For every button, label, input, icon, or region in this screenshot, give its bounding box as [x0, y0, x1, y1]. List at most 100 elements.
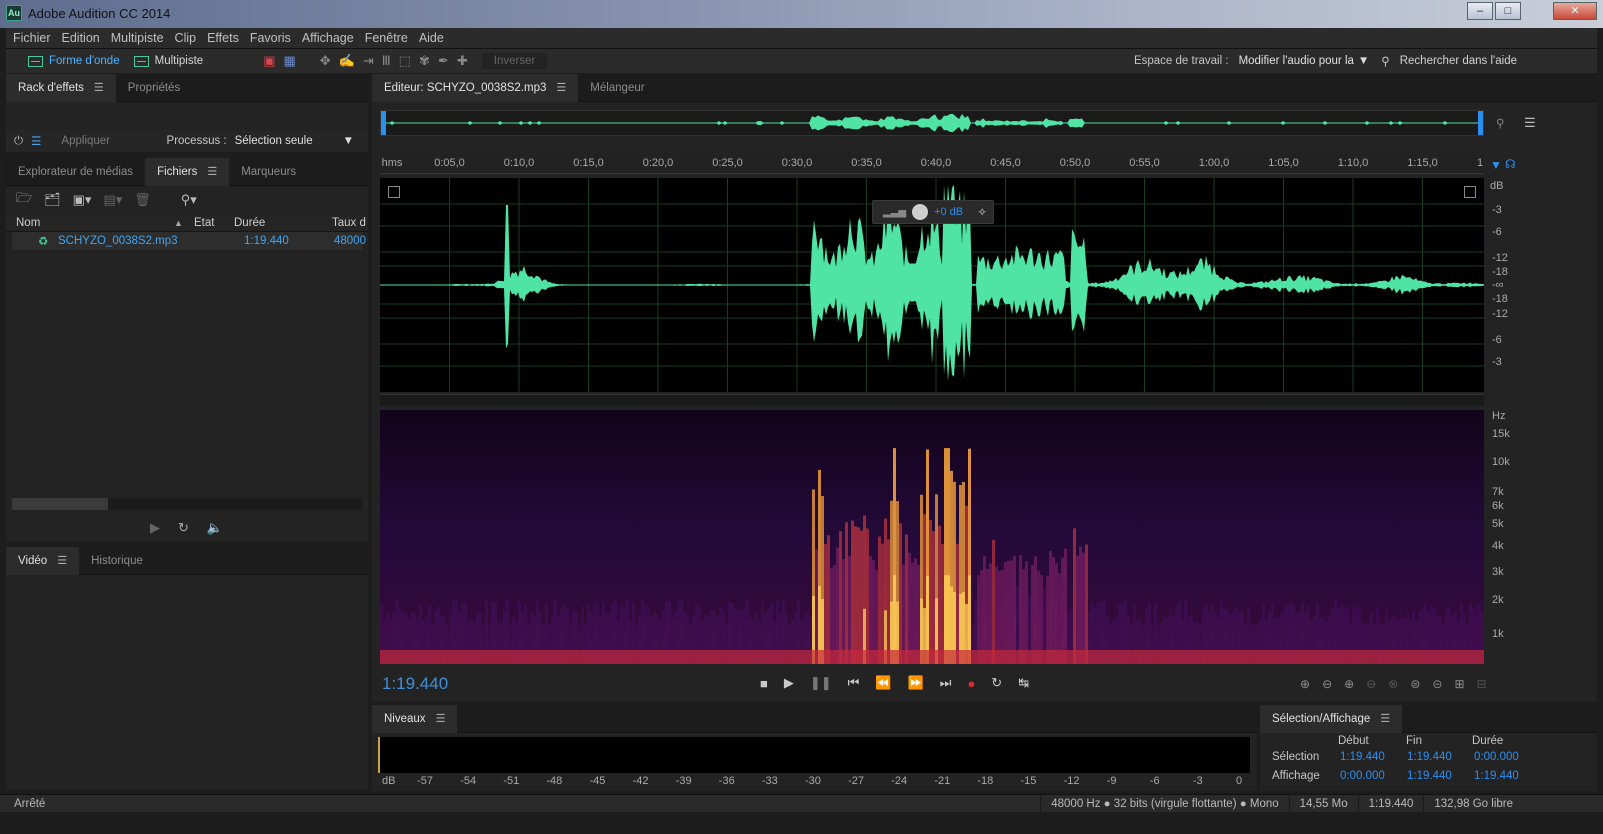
close-icon[interactable]: ✕	[1553, 2, 1597, 20]
gain-knob-icon[interactable]	[912, 204, 929, 220]
menu-fichier[interactable]: Fichier	[13, 31, 51, 45]
time-selection-icon[interactable]: Ⅲ	[382, 53, 391, 69]
fade-in-handle-icon[interactable]	[388, 186, 400, 198]
marquee-tool-icon[interactable]: ⬚	[399, 53, 411, 69]
menu-favoris[interactable]: Favoris	[250, 31, 291, 45]
workspace-select[interactable]: Modifier l'audio pour la	[1239, 55, 1354, 67]
fade-out-handle-icon[interactable]	[1464, 186, 1476, 198]
column-rate[interactable]: Taux d	[332, 217, 366, 229]
zoom-selection-icon[interactable]: ⊜	[1410, 677, 1420, 691]
panel-menu-icon[interactable]: ☰	[1524, 115, 1536, 131]
pause-icon[interactable]: ❚❚	[810, 675, 832, 691]
tab-selection-view[interactable]: Sélection/Affichage ☰	[1260, 704, 1403, 733]
hud-gain[interactable]: ▂▃▅ +0 dB ✧	[872, 200, 994, 224]
chevron-down-icon[interactable]: ▼	[1358, 55, 1369, 67]
panel-menu-icon[interactable]: ☰	[57, 554, 67, 567]
play-icon[interactable]: ▶	[150, 520, 160, 536]
menu-aide[interactable]: Aide	[419, 31, 444, 45]
slip-tool-icon[interactable]: ⇥	[363, 53, 374, 69]
spectral-view-icon[interactable]: ▣	[263, 53, 275, 69]
move-tool-icon[interactable]: ✥	[320, 53, 331, 69]
menu-affichage[interactable]: Affichage	[302, 31, 354, 45]
loop-icon[interactable]: ↻	[991, 675, 1002, 691]
delete-icon[interactable]: 🗑	[134, 192, 151, 208]
time-ruler[interactable]: hms 0:05,0 0:10,0 0:15,0 0:20,0 0:25,0 0…	[380, 154, 1484, 174]
tab-mixer[interactable]: Mélangeur	[578, 74, 656, 102]
zoom-in-icon[interactable]: ⚲	[1496, 116, 1504, 130]
tab-editor[interactable]: Editeur: SCHYZO_0038S2.mp3 ☰	[372, 73, 579, 102]
tab-media-browser[interactable]: Explorateur de médias	[6, 158, 145, 186]
stop-icon[interactable]: ■	[760, 676, 768, 691]
tab-effects-rack[interactable]: Rack d'effets ☰	[6, 73, 116, 102]
help-search-input[interactable]: Rechercher dans l'aide	[1400, 55, 1517, 67]
razor-tool-icon[interactable]: ✍	[339, 53, 355, 69]
chevron-down-icon[interactable]: ▼	[343, 135, 354, 147]
zoom-out-time-icon[interactable]: ⊖	[1366, 677, 1376, 691]
invert-button[interactable]: Inverser	[481, 53, 548, 69]
open-file-icon[interactable]: 🗁	[16, 189, 32, 211]
menu-fenetre[interactable]: Fenêtre	[365, 31, 408, 45]
minimize-icon[interactable]: –	[1467, 2, 1493, 20]
healing-tool-icon[interactable]: ✚	[457, 53, 468, 69]
tab-levels[interactable]: Niveaux ☰	[372, 704, 458, 733]
zoom-in-amplitude-icon[interactable]: ⊕	[1300, 677, 1310, 691]
view-end-field[interactable]: 1:19.440	[1407, 770, 1452, 782]
spectral-display[interactable]	[380, 410, 1484, 664]
power-icon[interactable]: ⏻	[14, 135, 23, 148]
panel-menu-icon[interactable]: ☰	[94, 81, 104, 94]
tab-properties[interactable]: Propriétés	[116, 74, 192, 102]
zoom-reset-icon[interactable]: ⊟	[1477, 677, 1487, 691]
menu-clip[interactable]: Clip	[175, 31, 197, 45]
brush-tool-icon[interactable]: ✒	[438, 53, 449, 69]
fast-forward-icon[interactable]: ⏩	[908, 675, 924, 691]
multitrack-mode-button[interactable]: Multipiste	[128, 51, 212, 71]
tab-video[interactable]: Vidéo ☰	[6, 546, 80, 575]
insert-icon[interactable]: ▤▾	[103, 192, 122, 208]
current-time-display[interactable]: 1:19.440	[382, 674, 448, 694]
table-row[interactable]: ♻ SCHYZO_0038S2.mp3 1:19.440 48000	[12, 232, 366, 250]
zoom-out-full-icon[interactable]: ⊗	[1388, 677, 1398, 691]
next-icon[interactable]: ⏭	[940, 675, 952, 691]
pitch-view-icon[interactable]: ▦	[283, 53, 295, 69]
zoom-out-amplitude-icon[interactable]: ⊖	[1322, 677, 1332, 691]
menu-multipiste[interactable]: Multipiste	[111, 31, 164, 45]
selection-start-field[interactable]: 1:19.440	[1340, 751, 1385, 763]
view-start-field[interactable]: 0:00.000	[1340, 770, 1385, 782]
list-icon[interactable]: ☰	[31, 134, 41, 148]
waveform-mode-button[interactable]: Forme d'onde	[22, 51, 128, 71]
scrollbar-thumb[interactable]	[12, 498, 108, 510]
loop-icon[interactable]: ↻	[178, 520, 189, 536]
skip-selection-icon[interactable]: ↹	[1018, 675, 1029, 691]
view-divider[interactable]	[380, 394, 1484, 406]
lasso-tool-icon[interactable]: ✾	[419, 53, 430, 69]
sort-ascending-icon[interactable]: ▲	[174, 218, 183, 228]
zoom-in-point-icon[interactable]: ⊝	[1432, 677, 1442, 691]
record-icon[interactable]: ●	[967, 676, 975, 691]
process-select[interactable]: Sélection seule	[235, 135, 313, 147]
column-duration[interactable]: Durée	[234, 217, 265, 229]
autoplay-icon[interactable]: 🔈	[207, 520, 223, 536]
view-duration-field[interactable]: 1:19.440	[1474, 770, 1519, 782]
tab-files[interactable]: Fichiers ☰	[145, 157, 230, 186]
tab-markers[interactable]: Marqueurs	[229, 158, 308, 186]
previous-icon[interactable]: ⏮	[848, 675, 860, 691]
zoom-in-time-icon[interactable]: ⊕	[1344, 677, 1354, 691]
rewind-icon[interactable]: ⏪	[875, 675, 891, 691]
zoom-out-point-icon[interactable]: ⊞	[1454, 677, 1464, 691]
panel-menu-icon[interactable]: ☰	[207, 165, 217, 178]
play-icon[interactable]: ▶	[784, 675, 794, 691]
waveform-overview[interactable]	[380, 110, 1484, 136]
column-status[interactable]: Etat	[194, 217, 214, 229]
panel-menu-icon[interactable]: ☰	[556, 81, 566, 94]
apply-button[interactable]: Appliquer	[61, 135, 110, 147]
column-name[interactable]: Nom	[16, 217, 40, 229]
menu-effets[interactable]: Effets	[207, 31, 239, 45]
selection-duration-field[interactable]: 0:00.000	[1474, 751, 1519, 763]
new-file-icon[interactable]: ▣▾	[73, 192, 92, 208]
search-icon[interactable]: ⚲	[1381, 54, 1389, 68]
menu-edition[interactable]: Edition	[62, 31, 100, 45]
pin-icon[interactable]: ✧	[977, 205, 987, 219]
import-icon[interactable]: 🗂	[44, 192, 61, 208]
tab-history[interactable]: Historique	[79, 547, 155, 575]
panel-menu-icon[interactable]: ☰	[436, 712, 446, 725]
